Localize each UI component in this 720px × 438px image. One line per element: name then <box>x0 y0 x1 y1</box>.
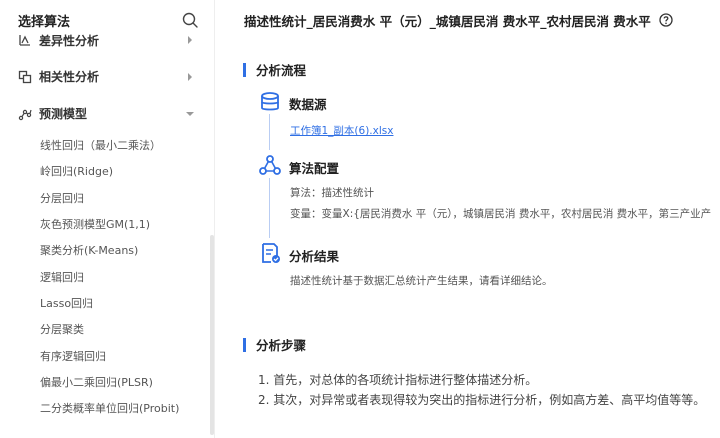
search-icon[interactable] <box>182 12 198 28</box>
prediction-model-list: 线性回归（最小二乘法） 岭回归(Ridge) 分层回归 灰色预测模型GM(1,1… <box>0 132 214 421</box>
algorithm-line: 算法：描述性统计 <box>290 187 374 199</box>
sidebar-group-label: 预测模型 <box>39 107 88 121</box>
algorithm-config-title: 算法配置 <box>289 161 340 176</box>
help-icon[interactable] <box>659 13 673 27</box>
sidebar-group-difference[interactable]: 差异性分析 <box>0 30 214 50</box>
chevron-down-icon <box>186 111 194 116</box>
section-marker <box>243 337 246 352</box>
flow-connector <box>269 178 270 238</box>
algorithm-config-icon <box>259 155 281 175</box>
sidebar-item-hierarchical-clustering[interactable]: 分层聚类 <box>0 316 214 342</box>
variable-line: 变量：变量X:{居民消费水 平（元），城镇居民消 费水平，农村居民消 费水平，第… <box>290 208 712 220</box>
sidebar-title: 选择算法 <box>18 14 71 30</box>
section-title: 分析步骤 <box>256 338 307 353</box>
sidebar-item-probit[interactable]: 二分类概率单位回归(Probit) <box>0 395 214 421</box>
flow-connector <box>269 114 270 150</box>
correlation-icon <box>18 70 32 83</box>
analysis-result-title: 分析结果 <box>289 249 340 264</box>
algorithm-sidebar: 选择算法 差异性分析 相关性分析 预测模型 线性回归（最小二乘法） 岭回归(Ri… <box>0 0 215 438</box>
sidebar-item-ordinal-logistic[interactable]: 有序逻辑回归 <box>0 342 214 368</box>
sidebar-item-grey-model[interactable]: 灰色预测模型GM(1,1) <box>0 211 214 237</box>
database-icon <box>261 92 279 111</box>
data-file-link[interactable]: 工作簿1_副本(6).xlsx <box>290 123 393 138</box>
sidebar-item-plsr[interactable]: 偏最小二乘回归(PLSR) <box>0 369 214 395</box>
sidebar-item-ridge[interactable]: 岭回归(Ridge) <box>0 158 214 184</box>
difference-icon <box>19 35 30 46</box>
analysis-step-item: 2. 其次，对异常或者表现得较为突出的指标进行分析，例如高方差、高平均值等等。 <box>258 393 706 407</box>
analysis-step-item: 1. 首先，对总体的各项统计指标进行整体描述分析。 <box>258 373 538 387</box>
sidebar-item-linear-regression[interactable]: 线性回归（最小二乘法） <box>0 132 214 158</box>
prediction-model-icon <box>18 109 32 120</box>
analysis-result-icon <box>262 243 280 263</box>
chevron-right-icon <box>188 36 192 44</box>
sidebar-group-prediction[interactable]: 预测模型 <box>0 95 214 132</box>
sidebar-item-kmeans[interactable]: 聚类分析(K-Means) <box>0 237 214 263</box>
sidebar-group-label: 差异性分析 <box>39 33 100 48</box>
page-title: 描述性统计_居民消费水 平（元）_城镇居民消 费水平_农村居民消 费水平 <box>244 13 651 29</box>
section-title: 分析流程 <box>256 63 307 78</box>
data-source-title: 数据源 <box>289 97 327 112</box>
section-marker <box>243 62 246 77</box>
sidebar-item-logistic[interactable]: 逻辑回归 <box>0 263 214 289</box>
sidebar-item-lasso[interactable]: Lasso回归 <box>0 290 214 316</box>
sidebar-group-label: 相关性分析 <box>39 70 100 84</box>
result-description: 描述性统计基于数据汇总统计产生结果，请看详细结论。 <box>290 275 553 287</box>
sidebar-group-correlation[interactable]: 相关性分析 <box>0 58 214 95</box>
sidebar-scrollbar[interactable] <box>210 235 214 435</box>
sidebar-item-hierarchical-regression[interactable]: 分层回归 <box>0 185 214 211</box>
analysis-flow-heading: 分析流程 <box>243 60 306 79</box>
main-panel: 描述性统计_居民消费水 平（元）_城镇居民消 费水平_农村居民消 费水平 分析流… <box>216 0 720 438</box>
analysis-steps-heading: 分析步骤 <box>243 335 306 354</box>
chevron-right-icon <box>188 72 192 81</box>
title-bar: 描述性统计_居民消费水 平（元）_城镇居民消 费水平_农村居民消 费水平 <box>216 0 720 40</box>
